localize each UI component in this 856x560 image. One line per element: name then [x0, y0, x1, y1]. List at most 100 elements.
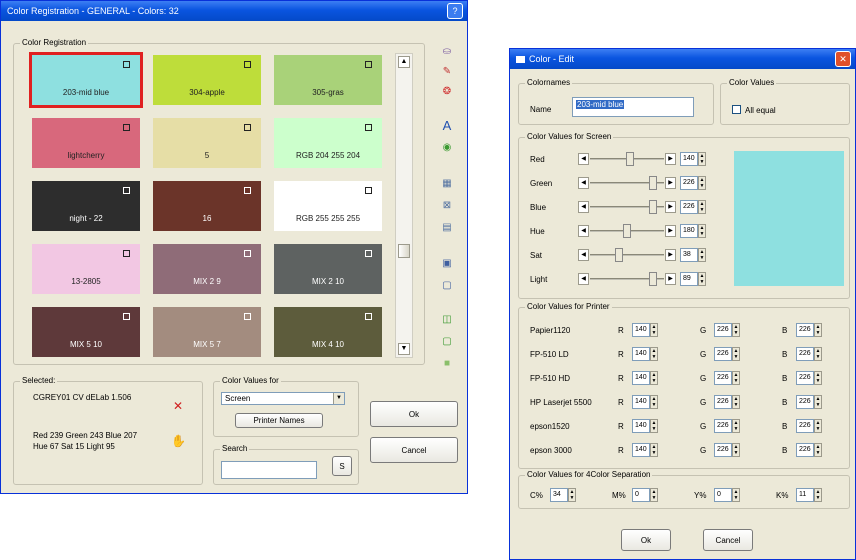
screen-row-slider[interactable]: ◀ ▶: [578, 176, 676, 190]
printer-b-spinner[interactable]: 226 ▲ ▼: [796, 371, 822, 385]
spinner-arrows[interactable]: ▲ ▼: [732, 347, 740, 361]
spinner-value[interactable]: 226: [714, 371, 732, 385]
spinner-arrows[interactable]: ▲ ▼: [698, 176, 706, 190]
spinner-value[interactable]: 140: [632, 395, 650, 409]
spinner-value[interactable]: 226: [796, 395, 814, 409]
slider-right-arrow[interactable]: ▶: [665, 249, 676, 261]
color-tile[interactable]: MIX 5 10: [32, 307, 140, 357]
color-tile[interactable]: MIX 5 7: [153, 307, 261, 357]
spinner-arrows[interactable]: ▲ ▼: [650, 488, 658, 502]
printer-r-spinner[interactable]: 140 ▲ ▼: [632, 419, 658, 433]
tile-checkbox[interactable]: [244, 124, 251, 131]
spinner-arrows[interactable]: ▲ ▼: [650, 371, 658, 385]
chevron-down-icon[interactable]: ▼: [333, 393, 344, 404]
print-icon[interactable]: ▣: [440, 257, 454, 271]
spinner-value[interactable]: 226: [796, 443, 814, 457]
spinner-arrows[interactable]: ▲ ▼: [814, 371, 822, 385]
add-green-icon[interactable]: ◫: [440, 313, 454, 327]
spinner-arrows[interactable]: ▲ ▼: [814, 488, 822, 502]
spinner-arrows[interactable]: ▲ ▼: [814, 395, 822, 409]
tile-checkbox[interactable]: [123, 250, 130, 257]
name-input[interactable]: 203-mid blue: [572, 97, 694, 117]
slider-right-arrow[interactable]: ▶: [665, 153, 676, 165]
spinner-arrows[interactable]: ▲ ▼: [698, 248, 706, 262]
printer-b-spinner[interactable]: 226 ▲ ▼: [796, 395, 822, 409]
color-tile[interactable]: MIX 2 10: [274, 244, 382, 294]
printer-g-spinner[interactable]: 226 ▲ ▼: [714, 371, 740, 385]
spinner-value[interactable]: 226: [796, 323, 814, 337]
spinner-value[interactable]: 140: [632, 443, 650, 457]
slider-thumb[interactable]: [648, 272, 657, 286]
spinner-value[interactable]: 140: [632, 371, 650, 385]
spinner-arrows[interactable]: ▲ ▼: [650, 443, 658, 457]
color-tile[interactable]: 13-2805: [32, 244, 140, 294]
screen-row-slider[interactable]: ◀ ▶: [578, 248, 676, 262]
color-tile[interactable]: RGB 204 255 204: [274, 118, 382, 168]
spinner-value[interactable]: 226: [796, 371, 814, 385]
printer-r-spinner[interactable]: 140 ▲ ▼: [632, 443, 658, 457]
screen-row-spinner[interactable]: 226 ▲ ▼: [680, 176, 706, 190]
spinner-arrows[interactable]: ▲ ▼: [732, 488, 740, 502]
printer-r-spinner[interactable]: 140 ▲ ▼: [632, 371, 658, 385]
fill-green-icon[interactable]: ■: [440, 357, 454, 371]
tile-checkbox[interactable]: [244, 187, 251, 194]
spinner-arrows[interactable]: ▲ ▼: [698, 272, 706, 286]
slider-thumb[interactable]: [648, 200, 657, 214]
spinner-value[interactable]: 0: [632, 488, 650, 502]
tile-checkbox[interactable]: [123, 61, 130, 68]
spinner-value[interactable]: 34: [550, 488, 568, 502]
spinner-value[interactable]: 226: [714, 443, 732, 457]
screen-row-spinner[interactable]: 180 ▲ ▼: [680, 224, 706, 238]
separation-spinner[interactable]: 0 ▲ ▼: [714, 488, 740, 502]
screen-row-slider[interactable]: ◀ ▶: [578, 272, 676, 286]
spinner-value[interactable]: 11: [796, 488, 814, 502]
color-values-select[interactable]: Screen ▼: [221, 392, 345, 405]
tiles-scrollbar[interactable]: ▲ ▼: [395, 53, 413, 358]
tile-checkbox[interactable]: [244, 313, 251, 320]
screen-row-slider[interactable]: ◀ ▶: [578, 224, 676, 238]
spinner-arrows[interactable]: ▲ ▼: [698, 152, 706, 166]
slider-left-arrow[interactable]: ◀: [578, 273, 589, 285]
tile-checkbox[interactable]: [365, 313, 372, 320]
color-tile[interactable]: 305-gras: [274, 55, 382, 105]
printer-g-spinner[interactable]: 226 ▲ ▼: [714, 395, 740, 409]
spinner-arrows[interactable]: ▲ ▼: [814, 347, 822, 361]
slider-left-arrow[interactable]: ◀: [578, 249, 589, 261]
color-tile[interactable]: lightcherry: [32, 118, 140, 168]
print-preview-icon[interactable]: ▢: [440, 279, 454, 293]
spinner-arrows[interactable]: ▲ ▼: [698, 200, 706, 214]
text-icon[interactable]: A: [440, 119, 454, 133]
slider-left-arrow[interactable]: ◀: [578, 201, 589, 213]
tile-checkbox[interactable]: [365, 250, 372, 257]
printer-b-spinner[interactable]: 226 ▲ ▼: [796, 443, 822, 457]
spinner-value[interactable]: 38: [680, 248, 698, 262]
spinner-arrows[interactable]: ▲ ▼: [814, 443, 822, 457]
edit-cancel-button[interactable]: Cancel: [703, 529, 753, 551]
printer-g-spinner[interactable]: 226 ▲ ▼: [714, 443, 740, 457]
separation-spinner[interactable]: 34 ▲ ▼: [550, 488, 576, 502]
color-tile[interactable]: 304-apple: [153, 55, 261, 105]
screen-row-spinner[interactable]: 38 ▲ ▼: [680, 248, 706, 262]
spinner-value[interactable]: 226: [714, 419, 732, 433]
spinner-arrows[interactable]: ▲ ▼: [732, 371, 740, 385]
spinner-arrows[interactable]: ▲ ▼: [568, 488, 576, 502]
color-tile[interactable]: MIX 4 10: [274, 307, 382, 357]
slider-right-arrow[interactable]: ▶: [665, 273, 676, 285]
scroll-thumb[interactable]: [398, 244, 410, 258]
slider-left-arrow[interactable]: ◀: [578, 177, 589, 189]
delete-selected-icon[interactable]: ✕: [171, 399, 185, 413]
printer-r-spinner[interactable]: 140 ▲ ▼: [632, 395, 658, 409]
help-button[interactable]: ?: [447, 3, 463, 19]
screen-row-spinner[interactable]: 226 ▲ ▼: [680, 200, 706, 214]
search-input[interactable]: [221, 461, 317, 479]
globe-icon[interactable]: ◉: [440, 141, 454, 155]
spinner-value[interactable]: 226: [714, 323, 732, 337]
spinner-value[interactable]: 0: [714, 488, 732, 502]
spinner-arrows[interactable]: ▲ ▼: [650, 323, 658, 337]
slider-right-arrow[interactable]: ▶: [665, 201, 676, 213]
spinner-arrows[interactable]: ▲ ▼: [732, 419, 740, 433]
screen-row-spinner[interactable]: 140 ▲ ▼: [680, 152, 706, 166]
spinner-value[interactable]: 140: [632, 419, 650, 433]
printer-b-spinner[interactable]: 226 ▲ ▼: [796, 419, 822, 433]
square-green-icon[interactable]: ▢: [440, 335, 454, 349]
